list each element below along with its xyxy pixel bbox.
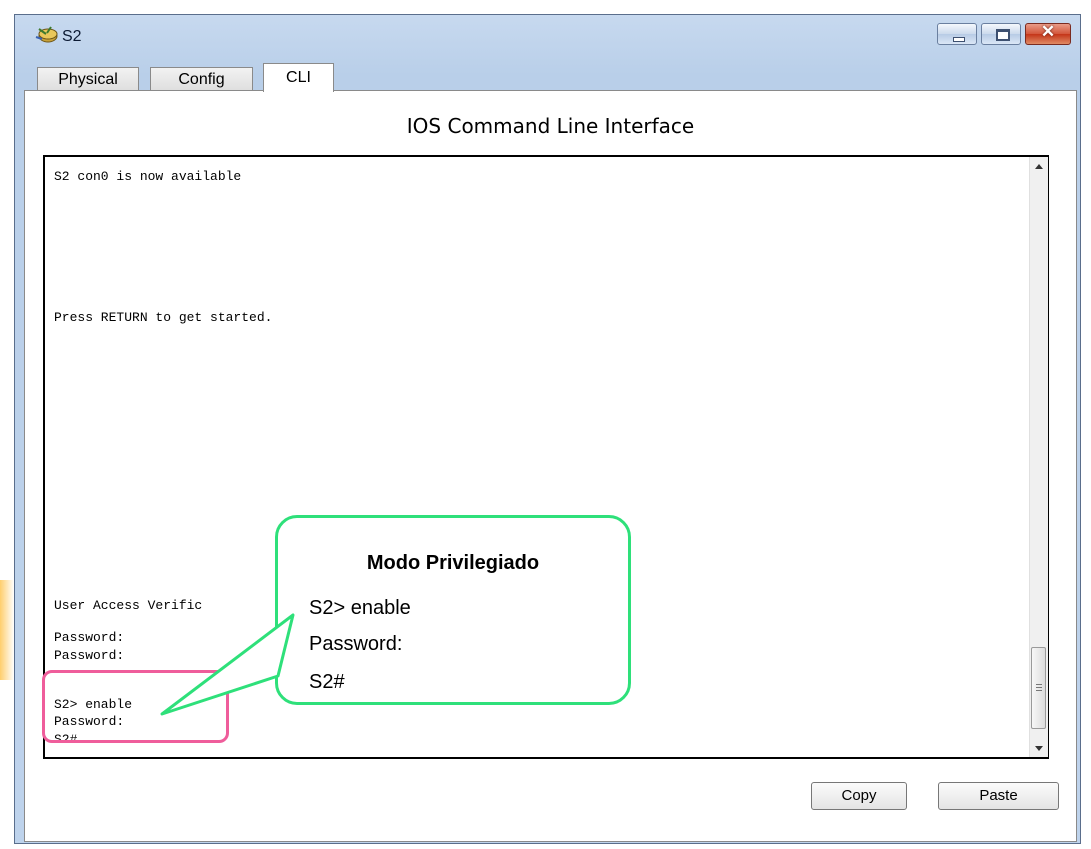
- callout-pointer: [160, 613, 295, 716]
